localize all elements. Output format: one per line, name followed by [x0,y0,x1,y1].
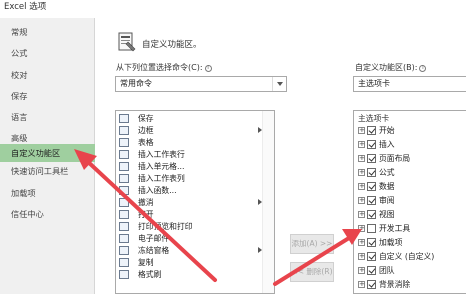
tree-item-team[interactable]: + 团队 [354,264,466,277]
tree-item-background-removal[interactable]: + 背景消除 [354,278,466,291]
tree-item-formulas[interactable]: + 公式 [354,166,466,179]
ribbon-tabs-tree[interactable]: 主选项卡 + 开始 + 插入 + 页面布局 + 公式 + 数据 + 审阅 + 视图 + 开发工具… [353,110,466,294]
checkbox[interactable] [367,140,376,149]
list-item[interactable]: 保存 [116,113,262,125]
checkbox[interactable] [367,126,376,135]
commands-list[interactable]: 保存 边框 表格 插入工作表行 插入单元格... 插入工作表列 插入函数... … [115,110,275,294]
expand-icon[interactable]: + [358,267,365,274]
sidebar-item-quick-access-toolbar[interactable]: 快速访问工具栏 [0,163,95,179]
sidebar-item-proofing[interactable]: 校对 [0,67,95,83]
format-painter-icon [119,270,129,279]
customize-ribbon-label-text: 自定义功能区(B): [355,63,418,72]
print-preview-icon [119,222,129,231]
expand-icon[interactable]: + [358,211,365,218]
sidebar-item-general[interactable]: 常规 [0,24,95,40]
customize-ribbon-label: 自定义功能区(B): i [355,62,427,73]
list-item[interactable]: 冻结窗格 [116,245,262,257]
remove-button[interactable]: << 删除(R) [290,262,334,282]
tree-header: 主选项卡 [358,114,390,123]
expand-icon[interactable]: + [358,169,365,176]
list-item[interactable]: 插入工作表行 [116,149,262,161]
expand-icon[interactable]: + [358,281,365,288]
insert-cells-icon [119,162,129,171]
function-icon [119,186,129,195]
checkbox[interactable] [367,196,376,205]
choose-commands-dropdown[interactable]: 常用命令 [115,76,287,92]
tree-item-developer[interactable]: + 开发工具 [354,222,466,235]
list-item[interactable]: 打印预览和打印 [116,221,262,233]
insert-row-icon [119,150,129,159]
expand-icon[interactable]: + [358,183,365,190]
list-item[interactable]: 插入单元格... [116,161,262,173]
sidebar-item-trust-center[interactable]: 信任中心 [0,206,95,222]
checkbox[interactable] [367,238,376,247]
expand-icon[interactable]: + [358,127,365,134]
tree-item-custom[interactable]: + 自定义 (自定义) [354,250,466,263]
list-item[interactable]: 表格 [116,137,262,149]
chevron-down-icon[interactable] [272,77,286,91]
list-item[interactable]: 插入函数... [116,185,262,197]
customize-ribbon-dropdown[interactable]: 主选项卡 [353,76,466,92]
expand-icon[interactable]: + [358,155,365,162]
tree-item-add-ins[interactable]: + 加载项 [354,236,466,249]
window-title: Excel 选项 [4,2,47,12]
checkbox[interactable] [367,224,376,233]
checkbox[interactable] [367,210,376,219]
info-icon: i [204,65,212,72]
section-title: 自定义功能区。 [142,40,202,50]
tree-item-review[interactable]: + 审阅 [354,194,466,207]
table-icon [119,138,129,147]
customize-ribbon-dropdown-value: 主选项卡 [358,79,390,88]
tree-item-home[interactable]: + 开始 [354,124,466,137]
checkbox[interactable] [367,168,376,177]
checkbox[interactable] [367,266,376,275]
tree-item-view[interactable]: + 视图 [354,208,466,221]
commands-scrollbar[interactable] [262,111,274,293]
list-item[interactable]: 复制 [116,257,262,269]
checkbox[interactable] [367,182,376,191]
list-item[interactable]: 插入工作表列 [116,173,262,185]
sidebar-item-add-ins[interactable]: 加载项 [0,185,95,201]
expand-icon[interactable]: + [358,141,365,148]
checkbox[interactable] [367,252,376,261]
list-item[interactable]: 边框 [116,125,262,137]
checkbox[interactable] [367,154,376,163]
email-icon [119,234,129,243]
options-sidebar: 常规 公式 校对 保存 语言 高级 自定义功能区 快速访问工具栏 加载项 信任中… [0,18,95,294]
expand-icon[interactable]: + [358,253,365,260]
customize-ribbon-icon [118,32,136,52]
copy-icon [119,258,129,267]
expand-icon[interactable]: + [358,239,365,246]
checkbox[interactable] [367,280,376,289]
open-folder-icon [119,210,129,219]
sidebar-item-language[interactable]: 语言 [0,109,95,125]
list-item[interactable]: 打开 [116,209,262,221]
list-item[interactable]: 电子邮件 [116,233,262,245]
expand-icon[interactable]: + [358,225,365,232]
insert-column-icon [119,174,129,183]
tree-item-data[interactable]: + 数据 [354,180,466,193]
save-icon [119,114,129,123]
choose-commands-label-text: 从下列位置选择命令(C): [116,63,203,72]
choose-commands-dropdown-value: 常用命令 [120,79,152,88]
tree-item-page-layout[interactable]: + 页面布局 [354,152,466,165]
freeze-panes-icon [119,246,129,255]
expand-icon[interactable]: + [358,197,365,204]
list-item[interactable]: 格式刷 [116,269,262,281]
info-icon: i [419,65,427,72]
sidebar-item-save[interactable]: 保存 [0,88,95,104]
choose-commands-label: 从下列位置选择命令(C): i [116,62,212,73]
tree-item-insert[interactable]: + 插入 [354,138,466,151]
sidebar-item-customize-ribbon[interactable]: 自定义功能区 [0,144,95,162]
sidebar-item-formulas[interactable]: 公式 [0,45,95,61]
add-button[interactable]: 添加(A) >> [290,234,334,254]
list-item[interactable]: 撤消 [116,197,262,209]
undo-icon [119,198,129,207]
border-icon [119,126,129,135]
